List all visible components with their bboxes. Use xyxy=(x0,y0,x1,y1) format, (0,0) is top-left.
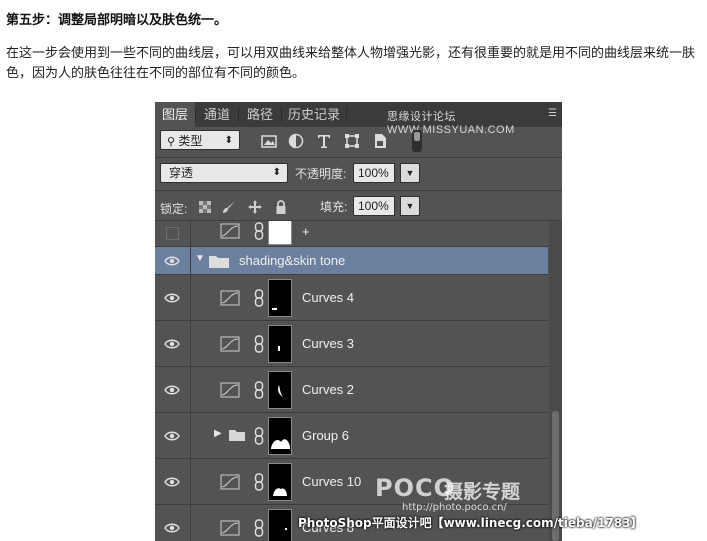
filter-toggle-switch[interactable] xyxy=(412,130,422,152)
layer-name[interactable]: Curves 10 xyxy=(302,474,361,489)
step-heading: 第五步：调整局部明暗以及肤色统一。 xyxy=(6,13,228,28)
divider xyxy=(155,157,562,158)
curves-adjustment-icon xyxy=(220,290,240,306)
tab-history[interactable]: 历史记录 xyxy=(282,102,346,127)
mask-link-icon[interactable] xyxy=(254,222,264,240)
visibility-column xyxy=(155,367,191,412)
divider xyxy=(155,190,562,191)
layer-mask-thumbnail[interactable] xyxy=(268,279,292,317)
layer-row[interactable]: Curves 3 xyxy=(155,321,548,367)
folder-icon xyxy=(209,256,229,268)
poco-url-watermark: http://photo.poco.cn/ xyxy=(402,502,507,513)
visibility-checkbox[interactable] xyxy=(166,227,179,240)
mask-link-icon[interactable] xyxy=(254,427,264,445)
visibility-column xyxy=(155,221,191,246)
group-name[interactable]: shading&skin tone xyxy=(239,253,345,268)
fill-dropdown-icon[interactable]: ▼ xyxy=(400,196,420,216)
tab-channels[interactable]: 通道 xyxy=(196,102,238,127)
layer-mask-thumbnail[interactable] xyxy=(268,463,292,501)
eye-icon[interactable] xyxy=(164,431,180,441)
eye-icon[interactable] xyxy=(164,523,180,533)
eye-icon[interactable] xyxy=(164,256,180,266)
visibility-column xyxy=(155,413,191,458)
filter-type-label: 类型 xyxy=(178,134,203,148)
lock-position-icon[interactable] xyxy=(247,199,263,215)
layer-name[interactable]: Group 6 xyxy=(302,428,349,443)
search-icon: ⚲ xyxy=(167,136,176,148)
image-filter-icon[interactable] xyxy=(260,132,278,150)
layer-name[interactable]: Curves 3 xyxy=(302,336,354,351)
layer-mask-thumbnail[interactable] xyxy=(268,417,292,455)
layer-group-shading-skin-tone[interactable]: ▼ shading&skin tone xyxy=(155,247,548,275)
visibility-column xyxy=(155,247,191,274)
layer-mask-thumbnail[interactable] xyxy=(268,371,292,409)
layers-scrollbar[interactable] xyxy=(549,221,562,541)
visibility-column xyxy=(155,505,191,541)
mask-link-icon[interactable] xyxy=(254,335,264,353)
layer-mask-thumbnail[interactable] xyxy=(268,221,292,245)
curves-adjustment-icon xyxy=(220,336,240,352)
curves-adjustment-icon xyxy=(220,382,240,398)
smart-object-filter-icon[interactable] xyxy=(371,132,389,150)
mask-link-icon[interactable] xyxy=(254,289,264,307)
fill-input[interactable]: 100% xyxy=(353,196,395,216)
layer-row[interactable]: Curves 2 xyxy=(155,367,548,413)
lock-all-icon[interactable] xyxy=(273,199,289,215)
group-collapsed-chevron-icon[interactable]: ▶ xyxy=(214,428,222,439)
step-description: 在这一步会使用到一些不同的曲线层，可以用双曲线来给整体人物增强光影，还有很重要的… xyxy=(6,46,696,81)
layer-row[interactable]: Curves 4 xyxy=(155,275,548,321)
mask-link-icon[interactable] xyxy=(254,473,264,491)
blend-arrow-icon: ⬍ xyxy=(272,167,281,178)
layer-name[interactable]: Curves 4 xyxy=(302,290,354,305)
fill-label: 填充: xyxy=(320,200,348,214)
layer-mask-thumbnail[interactable] xyxy=(268,325,292,363)
group-expanded-chevron-icon[interactable]: ▼ xyxy=(195,253,205,264)
type-filter-icon[interactable] xyxy=(315,132,333,150)
lock-label: 锁定: xyxy=(160,202,188,216)
opacity-dropdown-icon[interactable]: ▼ xyxy=(400,163,420,183)
poco-title-watermark: 摄影专题 xyxy=(444,481,521,503)
blend-mode-select[interactable]: 穿透 ⬍ xyxy=(160,163,288,183)
layer-name[interactable]: + xyxy=(302,224,310,239)
poco-logo-watermark: POCO xyxy=(375,474,456,502)
mask-link-icon[interactable] xyxy=(254,381,264,399)
layer-filter-select[interactable]: ⚲ 类型 ⬍ xyxy=(160,130,240,150)
eye-icon[interactable] xyxy=(164,477,180,487)
layer-name[interactable]: Curves 2 xyxy=(302,382,354,397)
layer-mask-thumbnail[interactable] xyxy=(268,509,292,541)
tab-layers[interactable]: 图层 xyxy=(155,102,195,127)
blend-mode-value: 穿透 xyxy=(169,166,194,180)
opacity-label: 不透明度: xyxy=(295,167,347,181)
layers-panel: 图层 通道 路径 历史记录 思缘设计论坛 WWW.MISSYUAN.COM ☰ … xyxy=(155,102,562,541)
opacity-input[interactable]: 100% xyxy=(353,163,395,183)
curves-adjustment-icon xyxy=(220,520,240,536)
credit-watermark: PhotoShop平面设计吧【www.linecg.com/tieba/1783… xyxy=(298,516,643,530)
eye-icon[interactable] xyxy=(164,293,180,303)
visibility-column xyxy=(155,459,191,504)
tab-paths[interactable]: 路径 xyxy=(239,102,281,127)
filter-arrow-icon: ⬍ xyxy=(224,135,233,146)
visibility-column xyxy=(155,321,191,366)
visibility-column xyxy=(155,275,191,320)
panel-tab-bar: 图层 通道 路径 历史记录 思缘设计论坛 WWW.MISSYUAN.COM ☰ xyxy=(155,102,562,136)
eye-icon[interactable] xyxy=(164,385,180,395)
shape-filter-icon[interactable] xyxy=(343,132,361,150)
adjustment-filter-icon[interactable] xyxy=(287,132,305,150)
layer-group-row[interactable]: ▶ Group 6 xyxy=(155,413,548,459)
lock-transparent-pixels-icon[interactable] xyxy=(197,199,213,215)
eye-icon[interactable] xyxy=(164,339,180,349)
folder-icon xyxy=(229,430,245,441)
layer-row[interactable]: + xyxy=(155,221,548,247)
curves-adjustment-icon xyxy=(220,223,240,239)
lock-image-pixels-icon[interactable] xyxy=(221,199,237,215)
panel-menu-icon[interactable]: ☰ xyxy=(548,109,558,119)
mask-link-icon[interactable] xyxy=(254,519,264,537)
curves-adjustment-icon xyxy=(220,474,240,490)
